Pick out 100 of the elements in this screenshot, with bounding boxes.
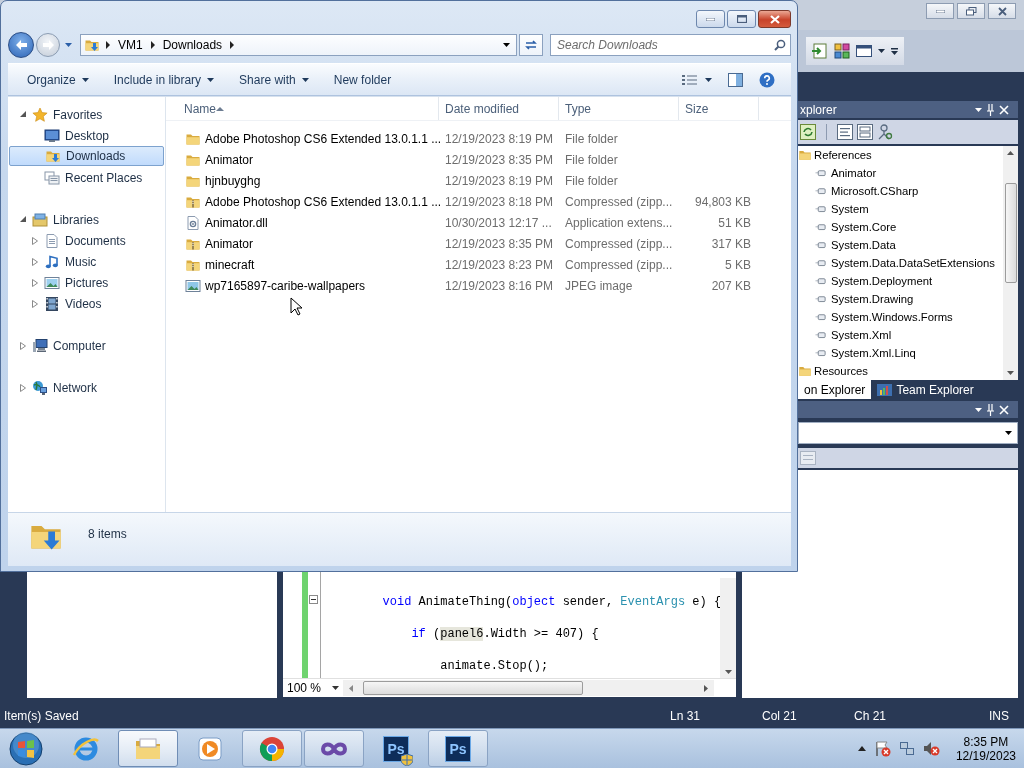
grid-icon[interactable] — [834, 43, 850, 59]
scroll-thumb[interactable] — [1004, 183, 1017, 283]
show-hidden-icons-icon[interactable] — [857, 746, 866, 751]
tree-item[interactable]: System.Xml.Linq — [798, 344, 1003, 362]
dropdown-caret-icon[interactable] — [975, 407, 982, 412]
nav-item[interactable]: Recent Places — [9, 167, 164, 188]
breadcrumb-arrow-icon[interactable] — [230, 41, 235, 49]
collapsed-arrow-icon[interactable] — [20, 383, 26, 392]
breadcrumb-arrow-icon[interactable] — [106, 41, 110, 49]
window-icon[interactable] — [856, 43, 872, 59]
tree-item[interactable]: System.Core — [798, 218, 1003, 236]
close-icon[interactable] — [999, 404, 1009, 415]
expanded-arrow-icon[interactable] — [20, 110, 26, 119]
file-name[interactable]: Animator — [166, 235, 439, 252]
collapsed-arrow-icon[interactable] — [32, 299, 38, 308]
collapsed-arrow-icon[interactable] — [32, 278, 38, 287]
taskbar-button[interactable]: Ps — [428, 730, 488, 767]
nav-item[interactable]: Favorites — [8, 104, 165, 125]
vertical-scrollbar[interactable] — [1003, 146, 1018, 380]
tree-item[interactable]: System.Deployment — [798, 272, 1003, 290]
address-bar[interactable]: VM1 Downloads — [80, 34, 517, 56]
pin-icon[interactable] — [987, 403, 994, 416]
breadcrumb-item[interactable]: Downloads — [160, 38, 225, 52]
breadcrumb-arrow-icon[interactable] — [150, 41, 155, 49]
maximize-button[interactable] — [727, 10, 756, 28]
back-button[interactable] — [8, 32, 34, 58]
search-field[interactable]: Search Downloads — [550, 34, 791, 56]
file-size: 94,803 KB — [693, 194, 752, 209]
nav-item[interactable]: Computer — [8, 335, 165, 356]
up-arrow-icon[interactable] — [1007, 151, 1014, 155]
taskbar-button[interactable]: Ps — [366, 730, 426, 767]
taskbar-button[interactable] — [118, 730, 178, 767]
file-name[interactable]: wp7165897-caribe-wallpapers — [166, 277, 439, 294]
refresh-icon[interactable] — [800, 124, 816, 140]
taskbar-button[interactable] — [242, 730, 302, 767]
command-button[interactable]: Organize — [19, 68, 97, 91]
file-name[interactable]: Animator — [166, 151, 439, 168]
minimize-button[interactable] — [696, 10, 725, 28]
overflow-caret-icon[interactable] — [891, 47, 898, 55]
history-dropdown-button[interactable] — [62, 43, 75, 47]
down-arrow-icon[interactable] — [724, 670, 732, 674]
date-modified: 12/19/2023 8:19 PM — [444, 173, 555, 188]
expanded-arrow-icon[interactable] — [20, 215, 26, 224]
nav-item[interactable]: Videos — [9, 293, 164, 314]
nav-item[interactable]: Pictures — [9, 272, 164, 293]
file-name[interactable]: minecraft — [166, 256, 439, 273]
tree-item[interactable]: System.Data — [798, 236, 1003, 254]
restore-button[interactable] — [957, 3, 985, 19]
tree-item[interactable]: References — [798, 146, 1003, 164]
tree-item[interactable]: System.Windows.Forms — [798, 308, 1003, 326]
tree-item[interactable]: System.Drawing — [798, 290, 1003, 308]
vertical-scrollbar[interactable] — [720, 578, 736, 678]
command-button[interactable]: New folder — [325, 68, 400, 91]
tree-item[interactable]: System.Xml — [798, 326, 1003, 344]
left-arrow-icon[interactable] — [349, 684, 353, 692]
breadcrumb-item[interactable]: VM1 — [116, 38, 145, 52]
nav-item[interactable]: Network — [8, 377, 165, 398]
class-diagram-icon[interactable] — [877, 124, 893, 140]
panel-tab[interactable]: on Explorer — [798, 380, 872, 399]
app-logo: Ps — [445, 735, 471, 762]
tree-item[interactable]: System — [798, 200, 1003, 218]
forward-arrow-icon — [42, 39, 54, 51]
nav-item[interactable]: Desktop — [9, 125, 164, 146]
collapsed-arrow-icon[interactable] — [20, 341, 26, 350]
right-arrow-icon[interactable] — [704, 684, 708, 692]
nav-item[interactable]: Documents — [9, 230, 164, 251]
file-name[interactable]: Adobe Photoshop CS6 Extended 13.0.1.1 ... — [166, 193, 439, 210]
pin-icon[interactable] — [987, 103, 994, 116]
file-name[interactable]: hjnbuyghg — [166, 172, 439, 189]
flag-icon[interactable] — [873, 740, 891, 757]
file-size: 5 KB — [724, 257, 752, 272]
close-button[interactable] — [988, 3, 1016, 19]
tree-item[interactable]: Animator — [798, 164, 1003, 182]
collapsed-arrow-icon[interactable] — [32, 257, 38, 266]
nav-item[interactable]: Downloads — [9, 146, 164, 166]
horizontal-scrollbar[interactable] — [343, 680, 714, 696]
collapse-box-icon[interactable] — [309, 595, 318, 604]
close-button[interactable] — [758, 10, 791, 28]
tree-item[interactable]: Resources — [798, 362, 1003, 380]
collapsed-arrow-icon[interactable] — [32, 236, 38, 245]
speaker-muted-icon[interactable] — [922, 740, 940, 757]
nav-item[interactable]: Libraries — [8, 209, 165, 230]
nav-item[interactable]: Music — [9, 251, 164, 272]
taskbar-button[interactable] — [304, 730, 364, 767]
code-view-icon[interactable] — [837, 124, 853, 140]
file-name[interactable]: Adobe Photoshop CS6 Extended 13.0.1.1 ... — [166, 130, 439, 147]
file-name[interactable]: Animator.dll — [166, 214, 439, 231]
down-arrow-icon[interactable] — [1007, 371, 1014, 375]
network-icon[interactable] — [898, 740, 915, 757]
clock[interactable]: 8:35 PM 12/19/2023 — [947, 734, 1016, 763]
command-button[interactable]: Share with — [231, 68, 317, 91]
scroll-thumb[interactable] — [363, 681, 583, 695]
dropdown-caret-icon[interactable] — [975, 107, 982, 112]
refresh-button[interactable] — [519, 34, 543, 56]
panel-tab[interactable]: Team Explorer — [871, 380, 980, 399]
tree-item[interactable]: System.Data.DataSetExtensions — [798, 254, 1003, 272]
command-button[interactable]: Include in library — [105, 68, 223, 91]
designer-view-icon[interactable] — [857, 124, 873, 140]
tree-item[interactable]: Microsoft.CSharp — [798, 182, 1003, 200]
close-icon[interactable] — [999, 104, 1009, 115]
